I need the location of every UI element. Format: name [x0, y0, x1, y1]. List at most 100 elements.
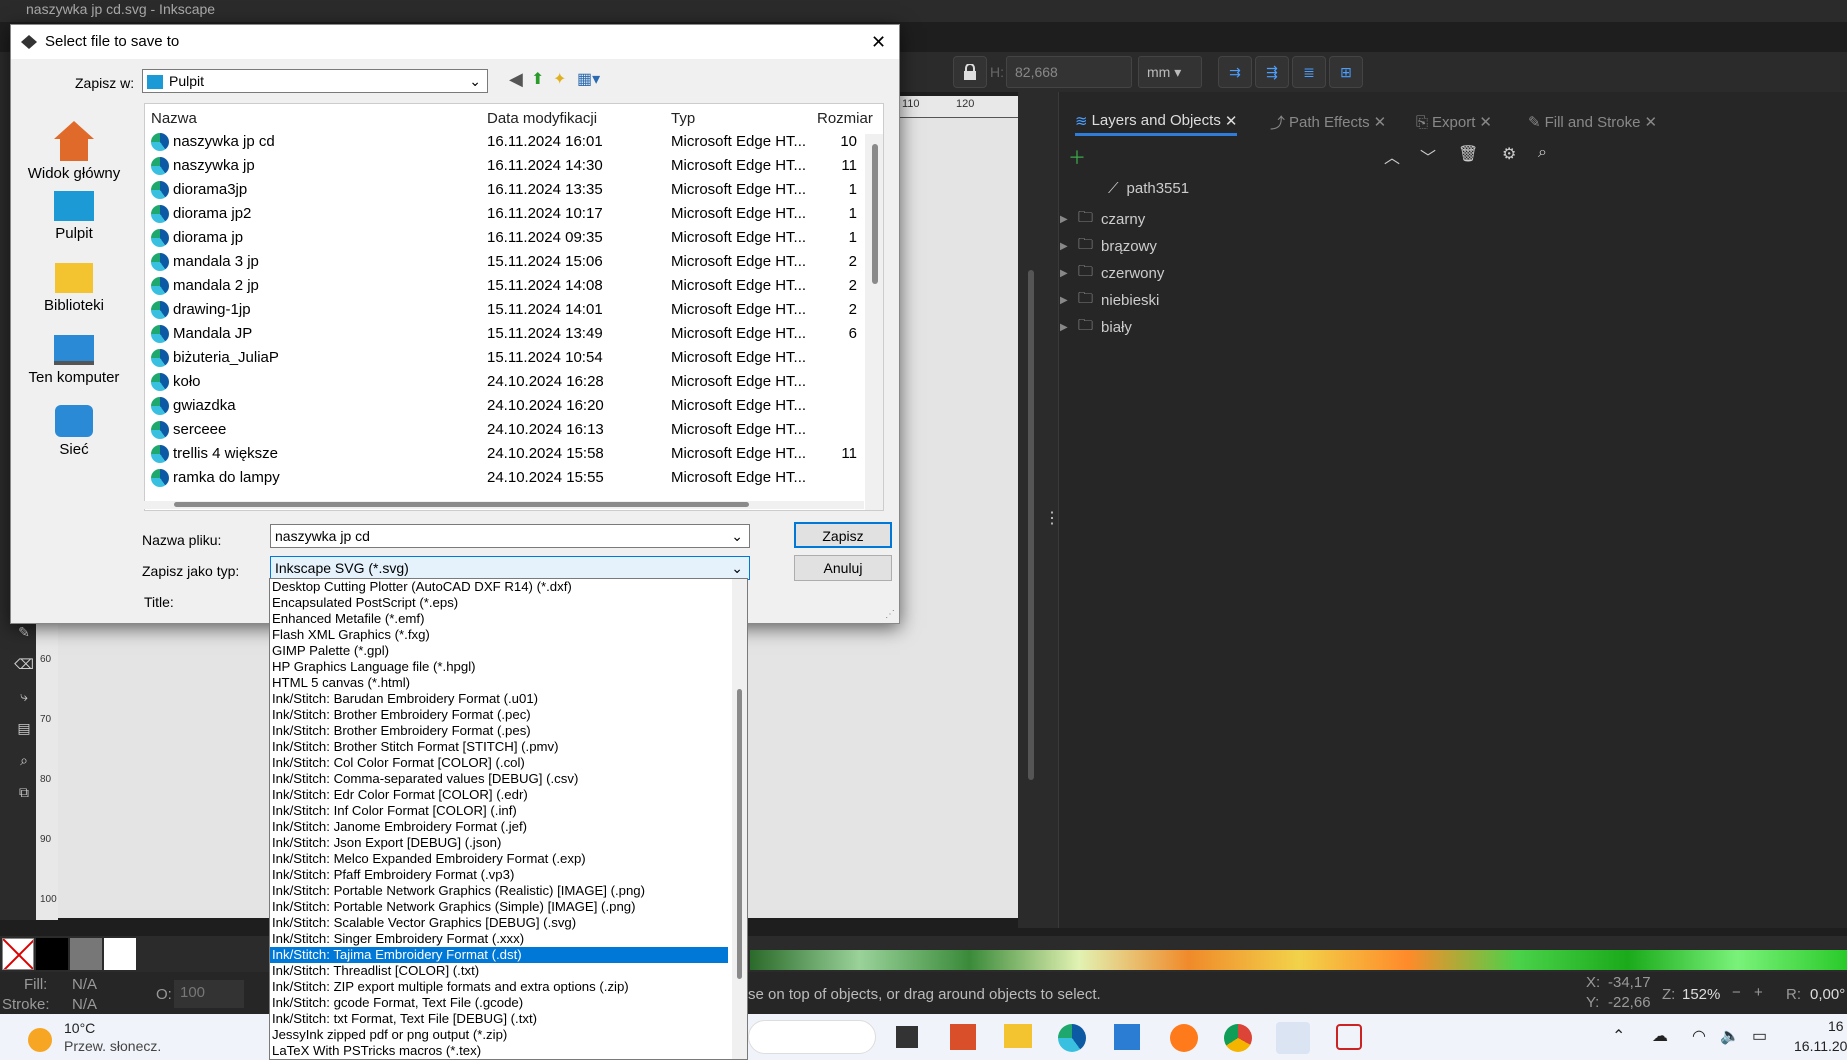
filetype-option[interactable]: Ink/Stitch: Portable Network Graphics (S…	[270, 899, 747, 915]
file-row[interactable]: biżuteria_JuliaP 15.11.2024 10:54 Microsof…	[145, 346, 883, 370]
place-this-pc[interactable]: Ten komputer	[11, 335, 137, 386]
tree-item-layer[interactable]: ▶ 🗀 czarny	[1060, 207, 1145, 232]
file-row[interactable]: diorama jp2 16.11.2024 10:17 Microsoft Edg…	[145, 202, 883, 226]
filetype-option[interactable]: Ink/Stitch: Brother Embroidery Format (.…	[270, 707, 747, 723]
file-row[interactable]: mandala 2 jp 15.11.2024 14:08 Microsoft Ed…	[145, 274, 883, 298]
weather-icon[interactable]	[28, 1028, 52, 1052]
task-view-icon[interactable]	[896, 1026, 918, 1048]
column-header-size[interactable]: Rozmiar	[817, 110, 873, 127]
file-row[interactable]: ramka do lampy 24.10.2024 15:55 Microsoft …	[145, 466, 883, 490]
clock-date[interactable]: 16.11.20	[1794, 1038, 1847, 1054]
taskbar-search[interactable]	[748, 1020, 876, 1054]
filename-input[interactable]: naszywka jp cd ⌄	[270, 524, 750, 548]
opacity-input[interactable]: 100	[174, 980, 244, 1008]
chevron-down-icon[interactable]: ⌄	[731, 525, 743, 547]
file-row[interactable]: serceee 24.10.2024 16:13 Microsoft Edge HT…	[145, 418, 883, 442]
chrome-icon[interactable]	[1224, 1024, 1252, 1052]
gear-icon[interactable]: ⚙	[1502, 144, 1516, 164]
list-vscroll[interactable]	[865, 134, 883, 510]
file-row[interactable]: naszywka jp cd 16.11.2024 16:01 Microsoft …	[145, 130, 883, 154]
filetype-option[interactable]: Flash XML Graphics (*.fxg)	[270, 627, 747, 643]
battery-icon[interactable]: ▭	[1752, 1026, 1767, 1046]
filetype-option[interactable]: Ink/Stitch: Threadlist [COLOR] (.txt)	[270, 963, 747, 979]
filetype-option[interactable]: Ink/Stitch: txt Format, Text File [DEBUG…	[270, 1011, 747, 1027]
wifi-icon[interactable]: ◠	[1692, 1026, 1706, 1046]
view-menu-icon[interactable]: ▦▾	[577, 69, 600, 89]
file-row[interactable]: Mandala JP 15.11.2024 13:49 Microsoft Edge…	[145, 322, 883, 346]
search-icon[interactable]: ⌕	[1538, 144, 1547, 162]
filetype-select[interactable]: Inkscape SVG (*.svg) ⌄	[270, 556, 750, 580]
column-header-name[interactable]: Nazwa	[151, 110, 197, 127]
lock-ratio-button[interactable]	[953, 56, 987, 88]
file-row[interactable]: drawing-1jp 15.11.2024 14:01 Microsoft Edg…	[145, 298, 883, 322]
transform-pattern-button[interactable]: ⊞	[1329, 56, 1363, 88]
clock-time[interactable]: 16	[1828, 1018, 1844, 1034]
expand-icon[interactable]: ▶	[1060, 295, 1070, 306]
filetype-option[interactable]: Ink/Stitch: Edr Color Format [COLOR] (.e…	[270, 787, 747, 803]
zoom-in-icon[interactable]: +	[1754, 984, 1763, 1001]
filetype-option[interactable]: Ink/Stitch: ZIP export multiple formats …	[270, 979, 747, 995]
filetype-option[interactable]: Ink/Stitch: Brother Embroidery Format (.…	[270, 723, 747, 739]
firefox-icon[interactable]	[1170, 1024, 1198, 1052]
zoom-out-icon[interactable]: −	[1732, 984, 1741, 1001]
list-vscroll-thumb[interactable]	[872, 144, 878, 284]
swatch-strip[interactable]	[750, 950, 1847, 970]
transform-stroke-button[interactable]: ⇉	[1218, 56, 1252, 88]
place-network[interactable]: Sieć	[11, 405, 137, 458]
close-icon[interactable]: ✕	[871, 25, 886, 59]
close-icon[interactable]: ✕	[1225, 112, 1238, 130]
filetype-option[interactable]: Desktop Cutting Plotter (AutoCAD DXF R14…	[270, 579, 747, 595]
expand-icon[interactable]: ▶	[1060, 241, 1070, 252]
tab-path-effects[interactable]: ⤴ Path Effects ✕	[1270, 108, 1386, 136]
filetype-option[interactable]: HP Graphics Language file (*.hpgl)	[270, 659, 747, 675]
list-hscroll[interactable]	[144, 501, 864, 509]
delete-icon[interactable]: 🗑	[1458, 144, 1478, 164]
connector-icon[interactable]: ⤷	[14, 680, 34, 712]
expand-icon[interactable]: ▶	[1060, 322, 1070, 333]
filetype-option[interactable]: Ink/Stitch: Portable Network Graphics (R…	[270, 883, 747, 899]
height-input[interactable]: 82,668	[1006, 56, 1132, 88]
filetype-option[interactable]: Ink/Stitch: Comma-separated values [DEBU…	[270, 771, 747, 787]
filetype-option[interactable]: Encapsulated PostScript (*.eps)	[270, 595, 747, 611]
file-row[interactable]: koło 24.10.2024 16:28 Microsoft Edge HT...	[145, 370, 883, 394]
tree-item-path[interactable]: ⟋ path3551	[1090, 180, 1189, 197]
new-folder-icon[interactable]: ✦	[553, 69, 566, 89]
tab-fill-stroke[interactable]: ✎ Fill and Stroke ✕	[1528, 108, 1657, 136]
filetype-option[interactable]: Ink/Stitch: Tajima Embroidery Format (.d…	[270, 947, 728, 963]
tree-item-layer[interactable]: ▶ 🗀 czerwony	[1060, 261, 1164, 286]
volume-icon[interactable]: 🔈	[1720, 1026, 1740, 1046]
store-icon[interactable]	[1114, 1024, 1140, 1050]
place-libraries[interactable]: Biblioteki	[11, 263, 137, 314]
filetype-option[interactable]: Ink/Stitch: Barudan Embroidery Format (.…	[270, 691, 747, 707]
expand-icon[interactable]: ▶	[1060, 214, 1070, 225]
vertical-scrollbar[interactable]	[1028, 270, 1034, 780]
filetype-option[interactable]: Ink/Stitch: Inf Color Format [COLOR] (.i…	[270, 803, 747, 819]
file-row[interactable]: gwiazdka 24.10.2024 16:20 Microsoft Edge H…	[145, 394, 883, 418]
filetype-option[interactable]: HTML 5 canvas (*.html)	[270, 675, 747, 691]
tab-layers-objects[interactable]: ≋ Layers and Objects ✕	[1075, 108, 1238, 136]
resize-grip-icon[interactable]: ⋰	[885, 609, 895, 620]
cancel-button[interactable]: Anuluj	[794, 555, 892, 581]
chevron-up-icon[interactable]: ⌃	[1612, 1026, 1625, 1046]
onedrive-icon[interactable]: ☁	[1652, 1026, 1668, 1046]
panel-drag-handle[interactable]: ⋮	[1044, 508, 1060, 528]
filetype-option[interactable]: Ink/Stitch: Scalable Vector Graphics [DE…	[270, 915, 747, 931]
column-header-date[interactable]: Data modyfikacji	[487, 110, 597, 127]
swatch-gray[interactable]	[70, 938, 102, 970]
dropdown-scroll-thumb[interactable]	[737, 689, 742, 979]
snipping-tool-icon[interactable]	[1336, 1024, 1362, 1050]
filetype-option[interactable]: Ink/Stitch: Pfaff Embroidery Format (.vp…	[270, 867, 747, 883]
place-home[interactable]: Widok główny	[11, 121, 137, 182]
filetype-option[interactable]: Ink/Stitch: Json Export [DEBUG] (.json)	[270, 835, 747, 851]
file-row[interactable]: trellis 4 większe 24.10.2024 15:58 Microso…	[145, 442, 883, 466]
transform-corners-button[interactable]: ⇶	[1255, 56, 1289, 88]
filetype-option[interactable]: Ink/Stitch: gcode Format, Text File (.gc…	[270, 995, 747, 1011]
pages-icon[interactable]: ▤	[14, 712, 34, 744]
chevron-down-icon[interactable]: ⌄	[731, 557, 743, 579]
filetype-option[interactable]: Ink/Stitch: Col Color Format [COLOR] (.c…	[270, 755, 747, 771]
filetype-option[interactable]: Enhanced Metafile (*.emf)	[270, 611, 747, 627]
filetype-option[interactable]: Ink/Stitch: Janome Embroidery Format (.j…	[270, 819, 747, 835]
place-desktop[interactable]: Pulpit	[11, 191, 137, 242]
close-icon[interactable]: ✕	[1374, 113, 1387, 131]
file-row[interactable]: diorama jp 16.11.2024 09:35 Microsoft Edge…	[145, 226, 883, 250]
